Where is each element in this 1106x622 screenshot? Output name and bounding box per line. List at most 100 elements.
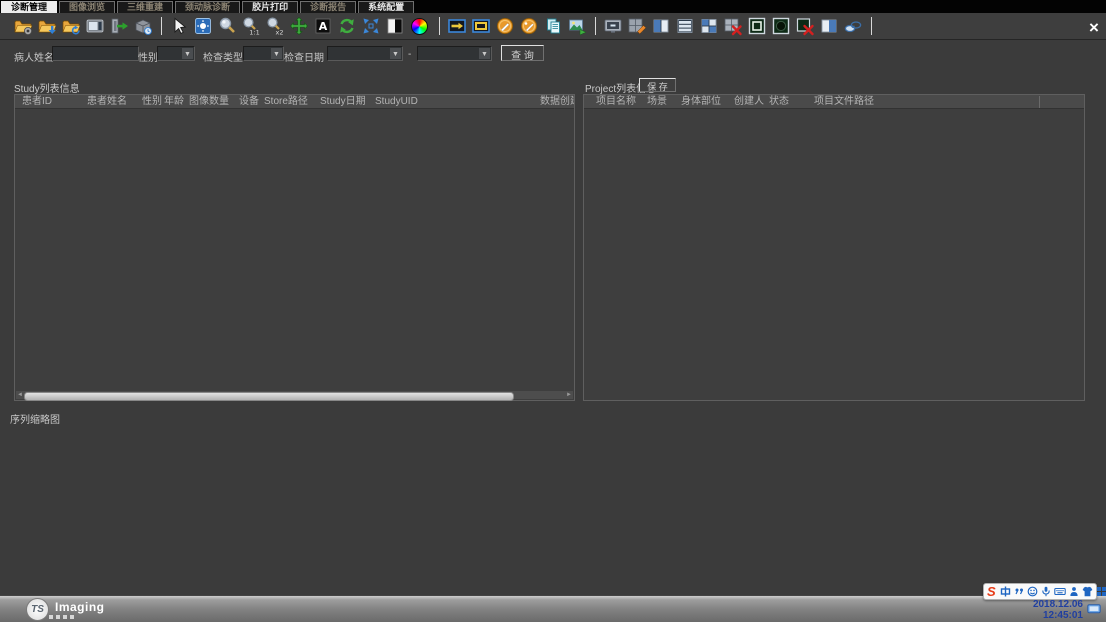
column-header[interactable]: 创建人 bbox=[734, 95, 769, 108]
cursor-icon[interactable] bbox=[169, 16, 189, 36]
archive-database-icon[interactable] bbox=[133, 16, 153, 36]
sync-folder-icon[interactable] bbox=[61, 16, 81, 36]
layout-edit-icon[interactable] bbox=[627, 16, 647, 36]
open-study-folder-icon[interactable] bbox=[13, 16, 33, 36]
measure-draw-2-icon[interactable] bbox=[519, 16, 539, 36]
gender-select[interactable]: ▼ bbox=[157, 46, 195, 61]
close-icon[interactable]: × bbox=[1086, 20, 1102, 36]
toolbar-separator bbox=[595, 17, 596, 35]
main-toolbar: 1:1 x2 A bbox=[0, 13, 1106, 40]
scroll-right-icon[interactable]: ► bbox=[565, 391, 573, 399]
ime-toolbar: S bbox=[983, 583, 1097, 600]
svg-text:A: A bbox=[319, 20, 328, 33]
punctuation-icon[interactable] bbox=[1014, 586, 1024, 597]
svg-text:1:1: 1:1 bbox=[249, 29, 259, 37]
project-table-header: 项目名称 场景 身体部位 创建人 状态 项目文件路径 bbox=[584, 95, 1084, 109]
column-header[interactable]: 场景 bbox=[647, 95, 681, 108]
shape-delete-icon[interactable] bbox=[795, 16, 815, 36]
column-header[interactable]: Study日期 bbox=[320, 95, 375, 108]
column-header[interactable]: 设备 bbox=[239, 95, 264, 108]
toolbar-separator bbox=[439, 17, 440, 35]
column-divider[interactable] bbox=[1039, 96, 1040, 108]
column-header[interactable]: 性别 bbox=[142, 95, 164, 108]
column-header[interactable]: 患者ID bbox=[15, 95, 87, 108]
query-button[interactable]: 查 询 bbox=[501, 45, 544, 61]
chevron-down-icon: ▼ bbox=[479, 48, 490, 59]
column-header[interactable]: 数据创建 bbox=[525, 95, 574, 108]
layout-close-icon[interactable] bbox=[723, 16, 743, 36]
emoji-icon[interactable] bbox=[1027, 586, 1038, 597]
shape-rectangle-icon[interactable] bbox=[747, 16, 767, 36]
rotate-icon[interactable] bbox=[337, 16, 357, 36]
shape-ellipse-icon[interactable] bbox=[771, 16, 791, 36]
column-header[interactable]: 图像数量 bbox=[189, 95, 239, 108]
pan-icon[interactable] bbox=[289, 16, 309, 36]
measure-draw-1-icon[interactable] bbox=[495, 16, 515, 36]
exam-date-from-select[interactable]: ▼ bbox=[327, 46, 403, 61]
import-folder-icon[interactable] bbox=[37, 16, 57, 36]
tray-display-icon[interactable] bbox=[1087, 604, 1101, 615]
taskbar-date: 2018.12.06 bbox=[1033, 599, 1083, 610]
toolbox-icon[interactable] bbox=[1069, 586, 1079, 597]
taskbar-clock: 2018.12.06 12:45:01 bbox=[1033, 599, 1083, 621]
split-panel-icon[interactable] bbox=[819, 16, 839, 36]
gender-label: 性别 bbox=[138, 49, 158, 64]
study-table-hscrollbar[interactable]: ◄ ► bbox=[16, 391, 573, 399]
text-annotation-icon[interactable]: A bbox=[313, 16, 333, 36]
logo-name: Imaging bbox=[55, 601, 105, 613]
date-range-separator: - bbox=[408, 49, 411, 60]
fit-window-icon[interactable] bbox=[361, 16, 381, 36]
layout-two-column-icon[interactable] bbox=[651, 16, 671, 36]
invert-icon[interactable] bbox=[385, 16, 405, 36]
skin-icon[interactable] bbox=[1082, 586, 1093, 597]
column-header[interactable]: 患者姓名 bbox=[87, 95, 142, 108]
column-header[interactable]: 身体部位 bbox=[681, 95, 734, 108]
column-header[interactable]: 年龄 bbox=[164, 95, 189, 108]
toolbar-separator bbox=[871, 17, 872, 35]
window-preset-2-icon[interactable] bbox=[471, 16, 491, 36]
save-image-icon[interactable] bbox=[567, 16, 587, 36]
study-panel-title: Study列表信息 bbox=[14, 80, 80, 95]
column-header[interactable]: 项目名称 bbox=[584, 95, 647, 108]
auto-window-icon[interactable] bbox=[193, 16, 213, 36]
toolbar-separator bbox=[161, 17, 162, 35]
logo-subtext-glyphs bbox=[49, 615, 105, 619]
patient-name-input[interactable] bbox=[52, 46, 139, 61]
exam-type-select[interactable]: ▼ bbox=[243, 46, 284, 61]
layout-rows-icon[interactable] bbox=[675, 16, 695, 36]
save-button[interactable]: 保 存 bbox=[639, 78, 676, 92]
zoom-icon[interactable] bbox=[217, 16, 237, 36]
sogou-logo[interactable]: S bbox=[987, 585, 996, 598]
series-thumbnail-area[interactable] bbox=[0, 424, 1106, 595]
column-header[interactable]: Store路径 bbox=[264, 95, 320, 108]
application-window: 诊断管理 图像浏览 三维重建 颈动脉诊断 胶片打印 诊断报告 系统配置 1:1 … bbox=[0, 0, 1106, 622]
export-study-icon[interactable] bbox=[109, 16, 129, 36]
microphone-icon[interactable] bbox=[1041, 586, 1051, 597]
svg-text:x2: x2 bbox=[276, 29, 284, 37]
menu-grid-icon[interactable] bbox=[1096, 586, 1106, 597]
color-palette-icon[interactable] bbox=[411, 18, 428, 35]
taskbar-time: 12:45:01 bbox=[1033, 610, 1083, 621]
zoom-x2-icon[interactable]: x2 bbox=[265, 16, 285, 36]
series-link-icon[interactable] bbox=[843, 16, 863, 36]
column-header[interactable]: 状态 bbox=[769, 95, 814, 108]
film-viewer-icon[interactable] bbox=[85, 16, 105, 36]
copy-report-icon[interactable] bbox=[543, 16, 563, 36]
study-table: 患者ID 患者姓名 性别 年龄 图像数量 设备 Store路径 Study日期 … bbox=[14, 94, 575, 401]
column-header[interactable]: StudyUID bbox=[375, 95, 525, 108]
soft-keyboard-icon[interactable] bbox=[1054, 586, 1066, 597]
exam-date-to-select[interactable]: ▼ bbox=[417, 46, 492, 61]
chevron-down-icon: ▼ bbox=[182, 48, 193, 59]
scroll-left-icon[interactable]: ◄ bbox=[16, 391, 24, 399]
chinese-mode-icon[interactable] bbox=[1000, 586, 1011, 597]
zoom-1to1-icon[interactable]: 1:1 bbox=[241, 16, 261, 36]
logo-badge: TS bbox=[26, 598, 49, 621]
exam-date-label: 检查日期 bbox=[284, 49, 324, 64]
monitor-layout-icon[interactable] bbox=[603, 16, 623, 36]
window-preset-1-icon[interactable] bbox=[447, 16, 467, 36]
study-table-header: 患者ID 患者姓名 性别 年龄 图像数量 设备 Store路径 Study日期 … bbox=[15, 95, 574, 109]
layout-grid-icon[interactable] bbox=[699, 16, 719, 36]
column-header[interactable]: 项目文件路径 bbox=[814, 95, 1084, 108]
taskbar: TS Imaging S 2018.12.06 12:45:01 bbox=[0, 595, 1106, 622]
scrollbar-thumb[interactable] bbox=[24, 392, 514, 401]
